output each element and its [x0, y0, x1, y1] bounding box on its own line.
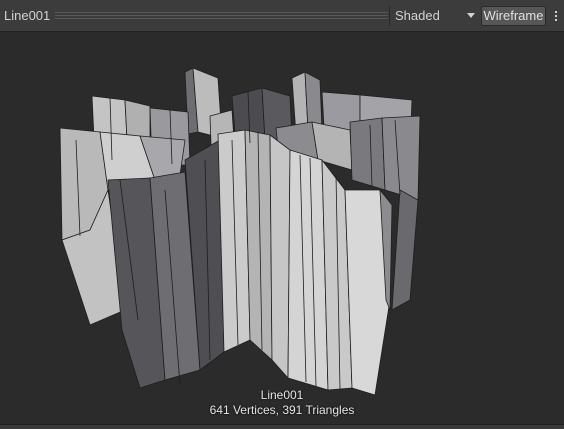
bottom-resize-strip[interactable] — [0, 424, 564, 429]
toolbar-drag-handle[interactable] — [55, 12, 388, 19]
toolbar-separator — [389, 6, 390, 26]
shading-mode-dropdown[interactable]: Shaded — [391, 6, 479, 26]
more-options-button[interactable] — [549, 6, 563, 26]
chevron-down-icon — [467, 13, 475, 18]
wireframe-toggle-button[interactable]: Wireframe — [481, 6, 546, 26]
mesh-preview-viewport[interactable]: Line001 641 Vertices, 391 Triangles — [0, 32, 564, 424]
shading-mode-label: Shaded — [395, 8, 440, 23]
preview-toolbar: Line001 Shaded Wireframe — [0, 0, 564, 32]
object-name-label: Line001 — [4, 8, 51, 23]
mesh-name-label: Line001 — [260, 388, 304, 402]
mesh-render — [59, 67, 421, 396]
mesh-stats-label: 641 Vertices, 391 Triangles — [209, 403, 355, 417]
